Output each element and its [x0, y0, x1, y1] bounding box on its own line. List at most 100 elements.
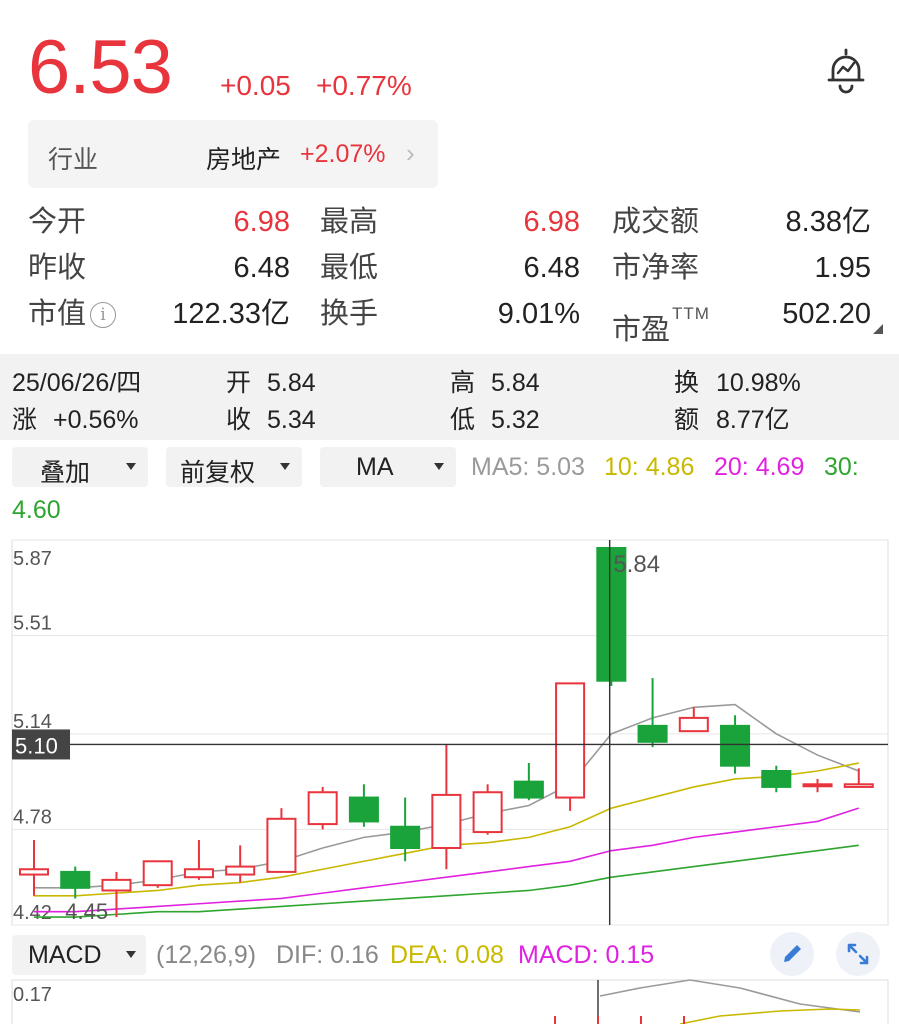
- detail-close-value: 5.34: [267, 406, 316, 434]
- market-cap-label-text: 市值: [28, 298, 87, 330]
- detail-date: 25/06/26/四: [12, 369, 142, 397]
- macd-params: (12,26,9): [156, 941, 257, 969]
- industry-name: 房地产: [206, 146, 282, 174]
- candle-body[interactable]: [843, 783, 874, 788]
- candle-body[interactable]: [513, 780, 544, 799]
- open-label: 今开: [28, 206, 87, 238]
- industry-label: 行业: [48, 146, 99, 174]
- open-value: 6.98: [233, 206, 290, 238]
- candle-body[interactable]: [266, 817, 297, 873]
- low-value: 6.48: [523, 252, 580, 284]
- adjust-dropdown[interactable]: 前复权: [166, 447, 302, 487]
- low-label: 最低: [320, 252, 379, 284]
- quote-header: 6.53 +0.05 +0.77%: [28, 22, 888, 112]
- candle-body[interactable]: [307, 791, 338, 826]
- detail-open-label: 开: [226, 369, 252, 397]
- edit-indicator-button[interactable]: [770, 932, 814, 976]
- turnover-rate-label: 换手: [320, 298, 379, 330]
- indicator-dropdown-label: MA: [356, 453, 394, 481]
- price-change-percent: +0.77%: [316, 70, 412, 101]
- detail-low-value: 5.32: [491, 406, 540, 434]
- prev-close-label: 昨收: [28, 252, 87, 284]
- kline-chart[interactable]: 5.875.515.144.784.425.105.844.45: [0, 530, 899, 930]
- fullscreen-button[interactable]: [836, 932, 880, 976]
- y-tick-label: 5.51: [13, 613, 52, 635]
- ma20-legend: 20: 4.69: [714, 453, 805, 481]
- high-label: 最高: [320, 206, 379, 238]
- corner-indicator-icon[interactable]: [873, 324, 883, 334]
- detail-close-label: 收: [226, 406, 252, 434]
- detail-low-label: 低: [450, 406, 476, 434]
- detail-amount-value: 8.77亿: [716, 406, 790, 434]
- candle-body[interactable]: [431, 793, 462, 849]
- candle-body[interactable]: [555, 682, 586, 799]
- detail-change-value: +0.56%: [53, 406, 139, 434]
- market-cap-value: 122.33亿: [172, 298, 290, 330]
- macd-dif-line: [599, 979, 861, 1013]
- current-price: 6.53: [28, 25, 173, 110]
- ma10-legend: 10: 4.86: [604, 453, 695, 481]
- candle-body[interactable]: [678, 716, 709, 733]
- candle-body[interactable]: [761, 770, 792, 788]
- industry-row[interactable]: 行业 房地产 +2.07% ›: [28, 120, 438, 188]
- macd-dif: DIF: 0.16: [276, 941, 379, 969]
- candle-body[interactable]: [18, 868, 50, 876]
- candle-body[interactable]: [183, 868, 214, 879]
- high-value: 6.98: [523, 206, 580, 238]
- candle-body[interactable]: [101, 878, 132, 892]
- max-price-label: 5.84: [613, 551, 660, 578]
- dropdown-arrow-icon: [126, 951, 136, 958]
- macd-chart[interactable]: 0.17: [0, 978, 899, 1024]
- macd-dea: DEA: 0.08: [390, 941, 504, 969]
- pencil-icon: [784, 945, 801, 962]
- dropdown-arrow-icon: [280, 463, 290, 470]
- industry-change: +2.07%: [300, 140, 386, 168]
- macd-dea-line: [679, 1008, 861, 1024]
- overlay-dropdown-label: 叠加: [40, 459, 91, 487]
- pb-value: 1.95: [814, 252, 871, 284]
- macd-dropdown[interactable]: MACD: [12, 935, 146, 975]
- detail-rate-label: 换: [674, 369, 700, 397]
- y-tick-label: 4.42: [13, 902, 52, 924]
- price-change-absolute: +0.05: [220, 70, 291, 101]
- candle-body[interactable]: [225, 865, 256, 876]
- y-tick-label: 5.87: [13, 548, 52, 570]
- overlay-dropdown[interactable]: 叠加: [12, 447, 148, 487]
- candle-body[interactable]: [390, 825, 421, 849]
- pe-value: 502.20: [782, 298, 871, 330]
- adjust-dropdown-label: 前复权: [180, 459, 256, 487]
- candle-body[interactable]: [637, 724, 668, 743]
- crosshair-price-label: 5.10: [15, 733, 58, 758]
- macd-dropdown-label: MACD: [28, 941, 102, 969]
- candle-body[interactable]: [720, 724, 751, 767]
- pe-label: 市盈TTM: [612, 296, 710, 348]
- expand-icon: [847, 943, 869, 965]
- turnover-rate-value: 9.01%: [497, 298, 580, 330]
- pe-ttm-suffix: TTM: [672, 304, 710, 323]
- day-detail-bar: 25/06/26/四 开 5.84 高 5.84 换 10.98% 涨 +0.5…: [0, 354, 899, 440]
- dropdown-arrow-icon: [434, 463, 444, 470]
- indicator-dropdown[interactable]: MA: [320, 447, 456, 487]
- min-price-label: 4.45: [65, 899, 108, 924]
- detail-change-label: 涨: [12, 406, 38, 434]
- bell-icon[interactable]: [823, 46, 869, 94]
- turnover-value: 8.38亿: [785, 206, 871, 238]
- market-cap-label: 市值 i: [28, 296, 117, 332]
- candle-body[interactable]: [472, 791, 503, 834]
- y-tick-label: 4.78: [13, 806, 52, 828]
- prev-close-value: 6.48: [233, 252, 290, 284]
- ma30-legend-label: 30:: [824, 453, 859, 481]
- detail-open-value: 5.84: [267, 369, 316, 397]
- turnover-label: 成交额: [612, 206, 700, 238]
- pe-label-text: 市盈: [612, 314, 671, 346]
- info-icon[interactable]: i: [90, 302, 117, 328]
- candle-body[interactable]: [802, 783, 833, 788]
- macd-frame: [11, 979, 889, 1024]
- candle-body[interactable]: [348, 796, 379, 823]
- detail-amount-label: 额: [674, 406, 700, 434]
- candle-body[interactable]: [60, 870, 91, 889]
- pb-label: 市净率: [612, 252, 700, 284]
- dropdown-arrow-icon: [126, 463, 136, 470]
- chevron-right-icon: ›: [406, 138, 415, 168]
- candle-body[interactable]: [142, 860, 173, 887]
